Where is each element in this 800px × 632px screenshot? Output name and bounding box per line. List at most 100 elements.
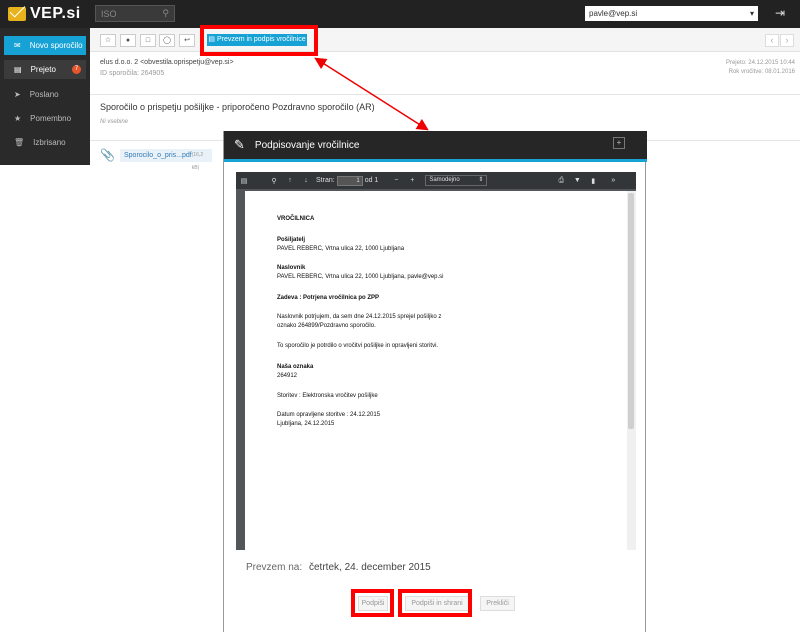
cancel-button[interactable]: Prekliči (480, 596, 515, 611)
star-button[interactable]: ☆ (100, 34, 116, 47)
received-value: četrtek, 24. december 2015 (309, 562, 431, 573)
delivery-deadline: Rok vročitve: 08.01.2016 (728, 69, 795, 75)
page-down-icon[interactable]: ↓ (298, 177, 314, 184)
envelope-logo-icon (8, 7, 26, 21)
user-select[interactable]: pavle@vep.si ▾ (585, 6, 758, 21)
app-logo[interactable]: VEP.si (8, 4, 88, 24)
sidebar-item-inbox[interactable]: ▤ Prejeto 7 (4, 60, 86, 79)
next-message-button[interactable]: › (780, 34, 794, 47)
signature-document-icon: ✎ (234, 137, 245, 152)
print-icon[interactable]: ⎙ (553, 177, 569, 185)
logout-icon[interactable]: ⇥ (770, 6, 790, 22)
paperclip-icon: 📎 (100, 148, 115, 162)
sidebar: ✉ Novo sporočilo ▤ Prejeto 7 ➤ Poslano ★… (0, 28, 90, 165)
chevron-updown-icon: ⇕ (478, 177, 484, 183)
sidebar-item-label: Novo sporočilo (29, 41, 83, 50)
zoom-out-icon[interactable]: − (388, 177, 404, 184)
inbox-icon: ▤ (14, 65, 22, 74)
brand-name: VEP.si (30, 5, 81, 22)
zoom-value: Samodejno (429, 177, 460, 183)
trash-icon: 🗑 (14, 138, 25, 147)
doc-para1-line1: Naslovnik potrjujem, da sem dne 24.12.20… (277, 314, 442, 320)
message-sender: elus d.o.o. 2 <obvestila.oprispetju@vep.… (100, 59, 234, 66)
search-placeholder: ISO (101, 8, 117, 19)
page-total: od 1 (364, 177, 379, 184)
sidebar-item-important[interactable]: ★ Pomembno (4, 109, 86, 128)
message-dates: Prejeto: 24.12.2015 10:44 Rok vročitve: … (640, 59, 795, 77)
pdf-page: VROČILNICA Pošiljatelj PAVEL REBERC, Vrt… (245, 191, 628, 550)
reply-icon: ↩ (184, 37, 190, 44)
bookmark-icon[interactable]: ▮ (585, 177, 601, 185)
doc-sender-label: Pošiljatelj (277, 237, 306, 243)
page-up-icon[interactable]: ↑ (282, 177, 298, 184)
doc-recipient-label: Naslovnik (277, 265, 306, 271)
doc-sender-value: PAVEL REBERC, Vrtna ulica 22, 1000 Ljubl… (277, 246, 405, 252)
message-id: ID sporočila: 264905 (100, 70, 165, 77)
sidebar-toggle-icon[interactable]: ▤ (236, 177, 252, 185)
page-number-input[interactable]: 1 (336, 175, 363, 186)
message-subject: Sporočilo o prispetju pošiljke - priporo… (100, 102, 375, 112)
doc-para1-line2: oznako 264899/Pozdravno sporočilo. (277, 323, 376, 329)
pdf-toolbar: ▤ ⚲ ↑ ↓ Stran: 1 od 1 − + Samodejno ⇕ ⎙ … (236, 172, 636, 189)
received-label: Prevzem na: (246, 562, 303, 573)
envelope-icon: ✉ (14, 41, 21, 50)
star-icon: ★ (14, 114, 22, 123)
search-icon[interactable]: ⚲ (266, 177, 282, 185)
doc-recipient-value: PAVEL REBERC, Vrtna ulica 22, 1000 Ljubl… (277, 274, 444, 280)
doc-service: Storitev : Elektronska vročitev pošiljke (277, 393, 378, 399)
page-label: Stran: (316, 177, 335, 184)
received-date: Prejeto: 24.12.2015 10:44 (725, 60, 795, 66)
tools-icon[interactable]: » (605, 177, 621, 184)
attachment-name: Sporocilo_o_pris...pdf (124, 152, 192, 159)
highlight-sign-save-button (398, 589, 472, 617)
scroll-thumb[interactable] (628, 193, 634, 429)
message-toolbar: ☆ ● □ ◯ ↩ (90, 28, 800, 52)
attachment-size: (16,2 kB) (191, 152, 204, 171)
doc-heading: VROČILNICA (277, 216, 315, 222)
pdf-viewer: ▤ ⚲ ↑ ↓ Stran: 1 od 1 − + Samodejno ⇕ ⎙ … (236, 172, 636, 550)
unread-badge: 7 (72, 65, 81, 74)
prev-message-button[interactable]: ‹ (765, 34, 779, 47)
send-icon: ➤ (14, 90, 21, 99)
doc-para2: To sporočilo je potrdilo o vročitvi poši… (277, 343, 439, 349)
tag-button[interactable]: ● (120, 34, 136, 47)
modal-header: ✎ Podpisovanje vročilnice (224, 131, 647, 159)
divider (90, 94, 800, 95)
attachment-chip[interactable]: Sporocilo_o_pris...pdf (16,2 kB) (120, 149, 212, 171)
new-message-button[interactable]: ✉ Novo sporočilo (4, 36, 86, 55)
sidebar-item-label: Poslano (29, 90, 59, 99)
zoom-in-icon[interactable]: + (404, 177, 420, 184)
user-email: pavle@vep.si (589, 9, 638, 18)
shield-icon: ◯ (163, 37, 171, 44)
doc-ref-value: 264912 (277, 373, 298, 379)
download-icon[interactable]: ▼ (569, 177, 585, 184)
sidebar-item-deleted[interactable]: 🗑 Izbrisano (4, 133, 86, 152)
pdf-scrollbar[interactable] (627, 191, 636, 550)
modal-title: Podpisovanje vročilnice (254, 139, 360, 151)
modal-accent-bar (224, 159, 647, 162)
doc-ref-label: Naša oznaka (277, 364, 314, 370)
reply-button[interactable]: ↩ (179, 34, 195, 47)
tag-icon: ● (125, 37, 131, 44)
sidebar-item-label: Izbrisano (33, 138, 66, 147)
sign-receipt-modal: ✎ Podpisovanje vročilnice + ▤ ⚲ ↑ ↓ Stra… (223, 131, 647, 632)
doc-subject: Zadeva : Potrjena vročilnica po ZPP (277, 295, 380, 301)
chevron-down-icon: ▾ (749, 9, 754, 18)
zoom-select[interactable]: Samodejno ⇕ (425, 175, 488, 186)
star-icon: ☆ (104, 37, 112, 44)
trash-icon: □ (145, 37, 151, 44)
highlight-sign-button (351, 589, 394, 617)
chevron-right-icon: › (785, 35, 789, 45)
search-icon[interactable]: ⚲ (162, 8, 169, 19)
shield-button[interactable]: ◯ (159, 34, 175, 47)
highlight-confirm-button (200, 25, 318, 56)
doc-place-date: Ljubljana, 24.12.2015 (277, 421, 335, 427)
sidebar-item-sent[interactable]: ➤ Poslano (4, 85, 86, 104)
doc-date-done: Datum opravljene storitve : 24.12.2015 (277, 412, 381, 418)
sidebar-item-label: Pomembno (30, 114, 72, 123)
close-icon[interactable]: + (613, 137, 625, 149)
sidebar-item-label: Prejeto (30, 65, 56, 74)
search-input[interactable]: ISO ⚲ (95, 5, 175, 22)
delete-button[interactable]: □ (140, 34, 156, 47)
message-body-empty: Ni vsebine (100, 119, 129, 125)
